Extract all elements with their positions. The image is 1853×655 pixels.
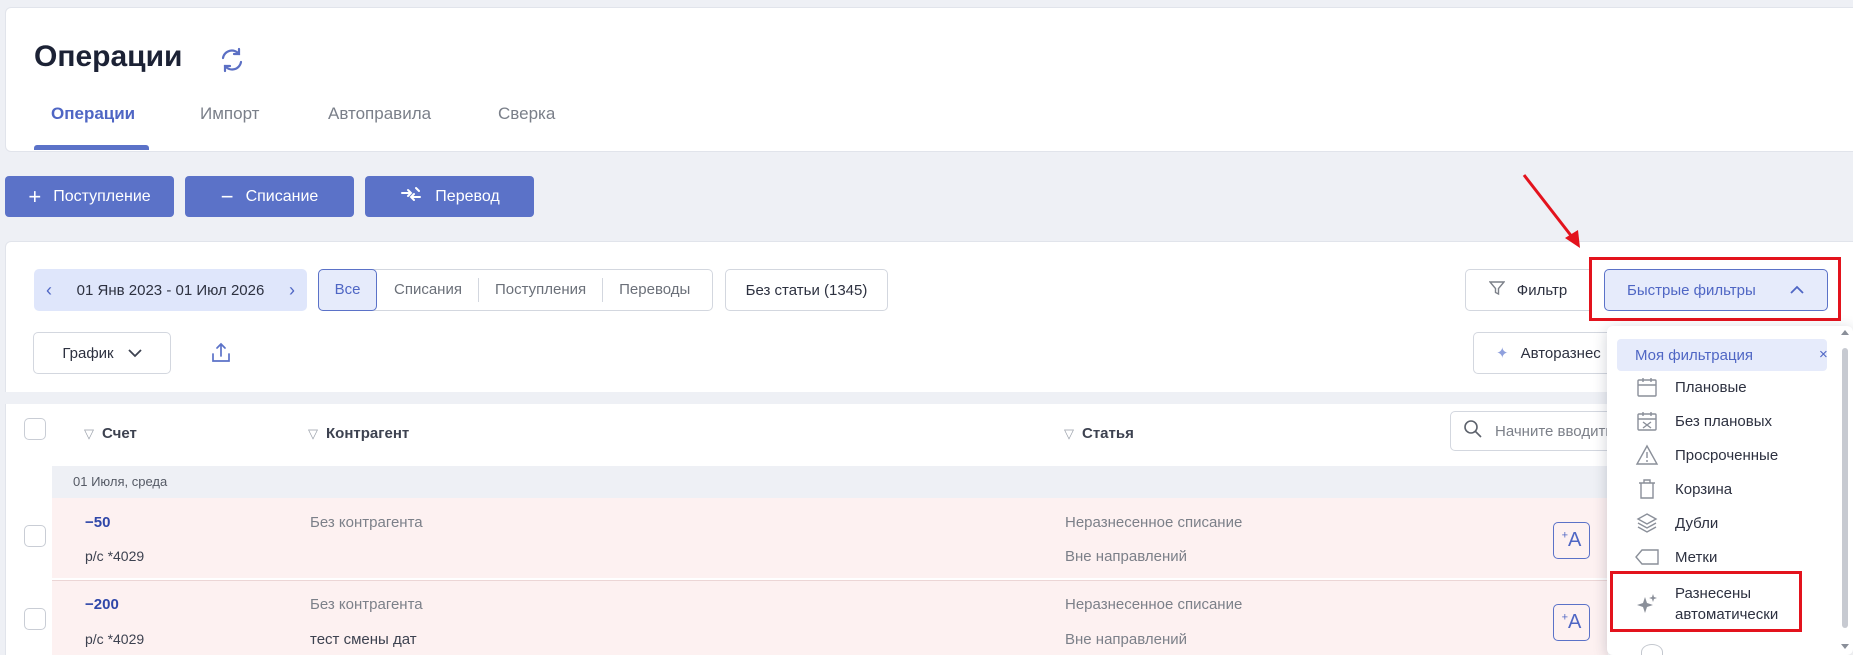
filter-button[interactable]: Фильтр	[1465, 269, 1590, 311]
minus-icon: −	[220, 183, 234, 209]
row-checkbox[interactable]	[24, 525, 46, 547]
row-article: Неразнесенное списание	[1065, 596, 1243, 613]
tab-reconciliation[interactable]: Сверка	[498, 104, 555, 124]
dropdown-item-label: Метки	[1675, 548, 1718, 566]
row-counterparty: Без контрагента	[310, 514, 423, 531]
row-checkbox[interactable]	[24, 608, 46, 630]
column-article-label: Статья	[1082, 425, 1134, 442]
chevron-left-icon[interactable]: ‹	[46, 280, 52, 301]
dropdown-item-no-planned[interactable]: Без плановых	[1607, 405, 1841, 437]
dropdown-item-trash[interactable]: Корзина	[1607, 473, 1841, 505]
auto-assign-label: Авторазнес	[1520, 344, 1601, 362]
text-plus-icon: +A	[1561, 529, 1582, 551]
column-account-label: Счет	[102, 425, 137, 442]
scroll-down-arrow[interactable]	[1841, 644, 1849, 649]
page-title: Операции	[34, 40, 183, 73]
no-article-button[interactable]: Без статьи (1345)	[725, 269, 888, 311]
transfer-button-label: Перевод	[435, 187, 500, 205]
scroll-up-arrow[interactable]	[1841, 330, 1849, 335]
search-placeholder: Начните вводить	[1495, 422, 1614, 440]
calendar-x-icon	[1631, 410, 1663, 432]
dropdown-item-planned[interactable]: Плановые	[1607, 371, 1841, 403]
auto-assign-row-button[interactable]: +A	[1553, 522, 1590, 559]
filter-icon: ▽	[84, 425, 94, 441]
dropdown-item-duplicates[interactable]: Дубли	[1607, 507, 1841, 539]
row-direction: Вне направлений	[1065, 548, 1187, 565]
quick-filters-highlight	[1589, 257, 1841, 321]
row-amount[interactable]: −200	[85, 596, 119, 613]
segment-incomes[interactable]: Поступления	[479, 278, 604, 302]
tab-operations[interactable]: Операции	[51, 104, 135, 124]
row-account: р/с *4029	[85, 631, 145, 647]
text-plus-icon: +A	[1561, 611, 1582, 633]
dropdown-scrollbar[interactable]	[1842, 348, 1848, 628]
tab-import[interactable]: Импорт	[200, 104, 259, 124]
filter-icon: ▽	[308, 425, 318, 441]
auto-assign-row-button[interactable]: +A	[1553, 604, 1590, 641]
calendar-icon	[1631, 376, 1663, 398]
chevron-right-icon[interactable]: ›	[289, 280, 295, 301]
search-input[interactable]: Начните вводить	[1450, 411, 1620, 451]
header-panel	[5, 7, 1853, 152]
income-button-label: Поступление	[53, 187, 151, 205]
segment-transfers[interactable]: Переводы	[603, 278, 706, 302]
plus-icon: +	[28, 183, 42, 209]
dropdown-item-label: Просроченные	[1675, 446, 1779, 464]
dropdown-item-label: Дубли	[1675, 514, 1719, 532]
my-filter-item[interactable]: Моя фильтрация	[1617, 339, 1827, 371]
filter-icon: ▽	[1064, 425, 1074, 441]
chart-button-label: График	[62, 344, 114, 362]
dropdown-item-partial	[1641, 644, 1663, 655]
expense-button[interactable]: − Списание	[185, 176, 354, 217]
annotation-arrow	[1522, 174, 1580, 248]
date-range-label: 01 Янв 2023 - 01 Июл 2026	[76, 281, 265, 299]
filter-icon	[1488, 280, 1506, 300]
filter-button-label: Фильтр	[1516, 281, 1568, 299]
row-account: р/с *4029	[85, 548, 145, 564]
date-group-header: 01 Июля, среда	[52, 466, 1608, 498]
dropdown-item-tags[interactable]: Метки	[1607, 541, 1841, 573]
dropdown-item-label: Без плановых	[1675, 412, 1772, 430]
sparkle-icon: ✦	[1496, 345, 1509, 362]
table-row[interactable]	[52, 581, 1608, 655]
dropdown-item-label: Плановые	[1675, 378, 1747, 396]
row-counterparty: Без контрагента	[310, 596, 423, 613]
dropdown-item-overdue[interactable]: Просроченные	[1607, 439, 1841, 471]
transfer-button[interactable]: Перевод	[365, 176, 534, 217]
income-button[interactable]: + Поступление	[5, 176, 174, 217]
type-segmented-control: Все Списания Поступления Переводы	[318, 269, 713, 311]
layers-icon	[1631, 512, 1663, 534]
expense-button-label: Списание	[245, 187, 319, 205]
warning-icon	[1631, 444, 1663, 466]
search-icon	[1463, 419, 1483, 443]
tag-icon	[1631, 548, 1663, 566]
date-range-picker[interactable]: ‹ 01 Янв 2023 - 01 Июл 2026 ›	[34, 269, 307, 311]
auto-assigned-highlight	[1610, 571, 1802, 632]
segment-all[interactable]: Все	[318, 269, 377, 311]
chevron-down-icon	[127, 345, 142, 362]
tab-autorules[interactable]: Автоправила	[328, 104, 431, 124]
export-icon[interactable]	[209, 341, 233, 370]
refresh-icon[interactable]	[218, 46, 246, 74]
row-direction: Вне направлений	[1065, 631, 1187, 648]
active-tab-indicator	[34, 145, 149, 150]
table-row[interactable]	[52, 498, 1608, 578]
select-all-checkbox[interactable]	[24, 418, 46, 440]
row-article: Неразнесенное списание	[1065, 514, 1243, 531]
chart-button[interactable]: График	[33, 332, 171, 374]
close-icon[interactable]: ×	[1819, 339, 1828, 371]
trash-icon	[1631, 478, 1663, 500]
transfer-icon	[399, 185, 423, 209]
toolbar-divider	[5, 392, 1853, 404]
column-counterparty[interactable]: ▽ Контрагент	[308, 425, 409, 442]
row-amount[interactable]: −50	[85, 514, 110, 531]
column-counterparty-label: Контрагент	[326, 425, 410, 442]
column-article[interactable]: ▽ Статья	[1064, 425, 1134, 442]
dropdown-item-label: Корзина	[1675, 480, 1733, 498]
column-account[interactable]: ▽ Счет	[84, 425, 137, 442]
row-counterparty-note: тест смены дат	[310, 631, 417, 648]
